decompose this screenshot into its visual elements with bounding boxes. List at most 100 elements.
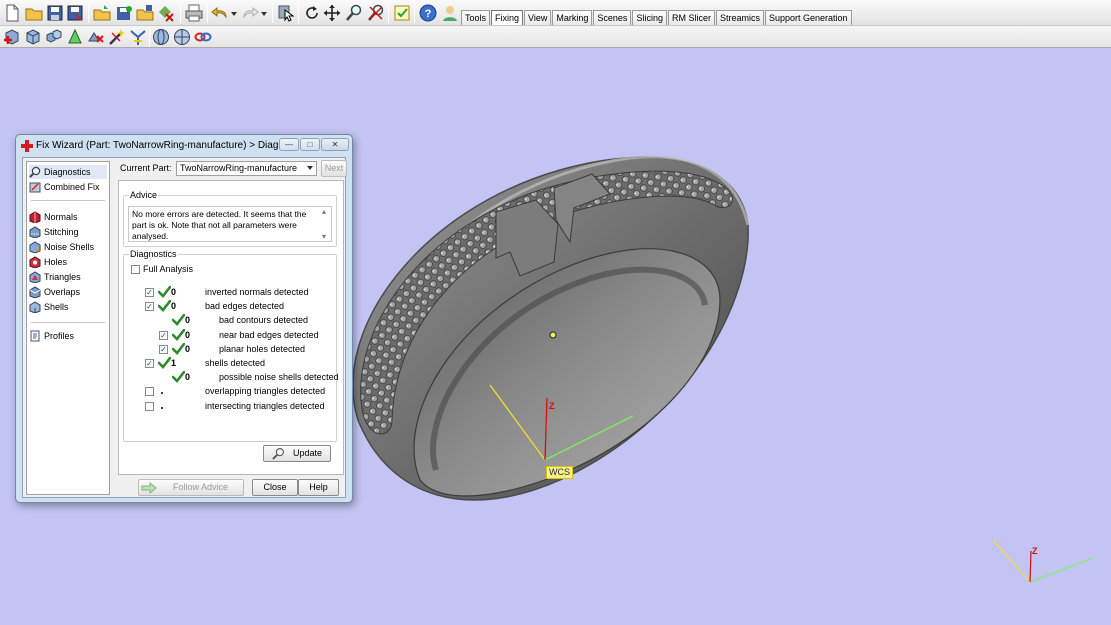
tab-tools[interactable]: Tools bbox=[461, 10, 491, 25]
new-file-icon[interactable] bbox=[2, 3, 22, 23]
redo-dropdown-icon[interactable] bbox=[259, 3, 269, 23]
advice-scrollbar[interactable] bbox=[321, 206, 330, 242]
link-icon[interactable] bbox=[193, 27, 213, 47]
save-as-icon[interactable] bbox=[65, 3, 85, 23]
diagnostic-label: possible noise shells detected bbox=[219, 372, 339, 383]
tab-scenes[interactable]: Scenes bbox=[593, 10, 632, 25]
nav-item-diagnostics[interactable]: Diagnostics bbox=[29, 165, 107, 179]
maximize-button[interactable]: □ bbox=[300, 138, 320, 151]
advice-textbox[interactable]: No more errors are detected. It seems th… bbox=[128, 206, 332, 242]
follow-advice-button[interactable]: Follow Advice bbox=[138, 479, 244, 496]
wizard-titlebar[interactable]: Fix Wizard (Part: TwoNarrowRing-manufact… bbox=[16, 135, 352, 157]
help-icon[interactable]: ? bbox=[418, 3, 438, 23]
open-folder-icon[interactable] bbox=[24, 3, 44, 23]
nav-item-noise-shells[interactable]: Noise Shells bbox=[29, 240, 107, 254]
holes-icon bbox=[29, 256, 41, 268]
save-icon[interactable] bbox=[45, 3, 65, 23]
green-check-icon bbox=[172, 328, 185, 341]
diagnostic-checkbox[interactable]: ✓ bbox=[145, 288, 154, 297]
diagnostic-count: 0 bbox=[185, 372, 191, 383]
advice-title: Advice bbox=[129, 190, 159, 200]
diagnostic-label: inverted normals detected bbox=[205, 287, 309, 297]
diagnostics-group: Diagnostics Full Analysis ✓ 0 inverted nor… bbox=[123, 249, 339, 442]
diagnostic-label: bad contours detected bbox=[219, 315, 309, 326]
zoom-icon[interactable] bbox=[344, 3, 364, 23]
full-analysis-checkbox[interactable] bbox=[131, 265, 140, 274]
nav-item-normals[interactable]: Normals bbox=[29, 210, 107, 224]
nav-item-shells[interactable]: Shells bbox=[29, 300, 107, 314]
wizard-title: Fix Wizard (Part: TwoNarrowRing-manufact… bbox=[36, 140, 310, 151]
profiles-icon bbox=[30, 330, 40, 342]
export-icon[interactable] bbox=[156, 3, 176, 23]
chevron-down-icon bbox=[307, 166, 313, 170]
minimize-button[interactable]: — bbox=[279, 138, 299, 151]
diagnostic-label: intersecting triangles detected bbox=[205, 400, 325, 411]
sphere-grid-icon[interactable] bbox=[172, 27, 192, 47]
print-icon[interactable] bbox=[184, 3, 204, 23]
tab-view[interactable]: View bbox=[524, 10, 552, 25]
undo-icon[interactable] bbox=[210, 3, 230, 23]
tab-streamics[interactable]: Streamics bbox=[715, 10, 764, 25]
normals-icon bbox=[29, 211, 41, 223]
diagnostic-label: shells detected bbox=[205, 358, 266, 368]
sew-icon[interactable] bbox=[128, 27, 148, 47]
wand-icon[interactable] bbox=[107, 27, 127, 47]
nav-item-stitching[interactable]: Stitching bbox=[29, 225, 107, 239]
diagnostic-checkbox[interactable] bbox=[145, 387, 154, 397]
pan-icon[interactable] bbox=[322, 3, 342, 23]
close-window-button[interactable]: ✕ bbox=[321, 138, 349, 151]
zoom-fit-icon[interactable] bbox=[366, 3, 386, 23]
tab-fixing[interactable]: Fixing bbox=[491, 10, 524, 25]
nav-item-overlaps[interactable]: Overlaps bbox=[29, 285, 107, 299]
tab-rm-slicer[interactable]: RM Slicer bbox=[667, 10, 715, 25]
close-button[interactable]: Close bbox=[252, 479, 298, 496]
nav-separator bbox=[31, 200, 105, 201]
about-icon[interactable] bbox=[440, 3, 460, 23]
sphere-icon[interactable] bbox=[151, 27, 171, 47]
diagnostic-checkbox[interactable]: ✓ bbox=[145, 359, 154, 368]
wizard-body: Diagnostics Combined Fix Normals Stitching N… bbox=[22, 157, 347, 498]
add-part-icon[interactable] bbox=[2, 27, 22, 47]
diagnostic-checkbox[interactable]: ✓ bbox=[159, 330, 168, 340]
cubes-icon[interactable] bbox=[44, 27, 64, 47]
tab-slicing[interactable]: Slicing bbox=[632, 10, 667, 25]
advice-text: No more errors are detected. It seems th… bbox=[132, 209, 307, 241]
nav-item-holes[interactable]: Holes bbox=[29, 255, 107, 269]
diagnostic-count: 0 bbox=[171, 301, 177, 312]
toolbar-separator bbox=[149, 27, 150, 47]
tab-marking[interactable]: Marking bbox=[552, 10, 593, 25]
diagnostic-count: 0 bbox=[185, 315, 191, 326]
box-icon[interactable] bbox=[23, 27, 43, 47]
triangles-icon bbox=[29, 271, 41, 283]
shells-icon bbox=[29, 301, 41, 313]
select-part-icon[interactable] bbox=[276, 3, 296, 23]
save-project-icon[interactable] bbox=[114, 3, 134, 23]
current-part-select[interactable]: TwoNarrowRing-manufacture bbox=[176, 161, 317, 176]
undo-dropdown-icon[interactable] bbox=[229, 3, 239, 23]
diagnostic-label: overlapping triangles detected bbox=[205, 386, 326, 397]
nav-item-combined-fix[interactable]: Combined Fix bbox=[29, 180, 107, 194]
checklist-icon[interactable] bbox=[392, 3, 412, 23]
diagnostic-checkbox[interactable]: ✓ bbox=[159, 344, 168, 354]
import-icon[interactable] bbox=[92, 3, 112, 23]
nav-item-triangles[interactable]: Triangles bbox=[29, 270, 107, 284]
update-button[interactable]: Update bbox=[263, 445, 331, 462]
triangle-icon[interactable] bbox=[65, 27, 85, 47]
delete-triangles-icon[interactable] bbox=[86, 27, 106, 47]
current-part-value: TwoNarrowRing-manufacture bbox=[180, 163, 298, 173]
magnifier-icon bbox=[272, 448, 284, 460]
nav-item-profiles[interactable]: Profiles bbox=[29, 329, 107, 343]
diagnostic-checkbox[interactable]: ✓ bbox=[145, 302, 154, 312]
update-label: Update bbox=[292, 448, 323, 458]
diagnostic-count: 0 bbox=[171, 287, 177, 297]
load-icon[interactable] bbox=[135, 3, 155, 23]
pending-dot-icon bbox=[161, 392, 163, 395]
arrow-right-icon bbox=[141, 481, 157, 494]
tab-support-generation[interactable]: Support Generation bbox=[764, 10, 852, 25]
diagnostic-checkbox[interactable] bbox=[145, 401, 154, 411]
rotate-icon[interactable] bbox=[302, 3, 322, 23]
advice-group: Advice No more errors are detected. It s… bbox=[123, 190, 337, 247]
redo-icon[interactable] bbox=[240, 3, 260, 23]
next-button[interactable]: Next bbox=[321, 160, 347, 177]
help-button[interactable]: Help bbox=[298, 479, 339, 496]
